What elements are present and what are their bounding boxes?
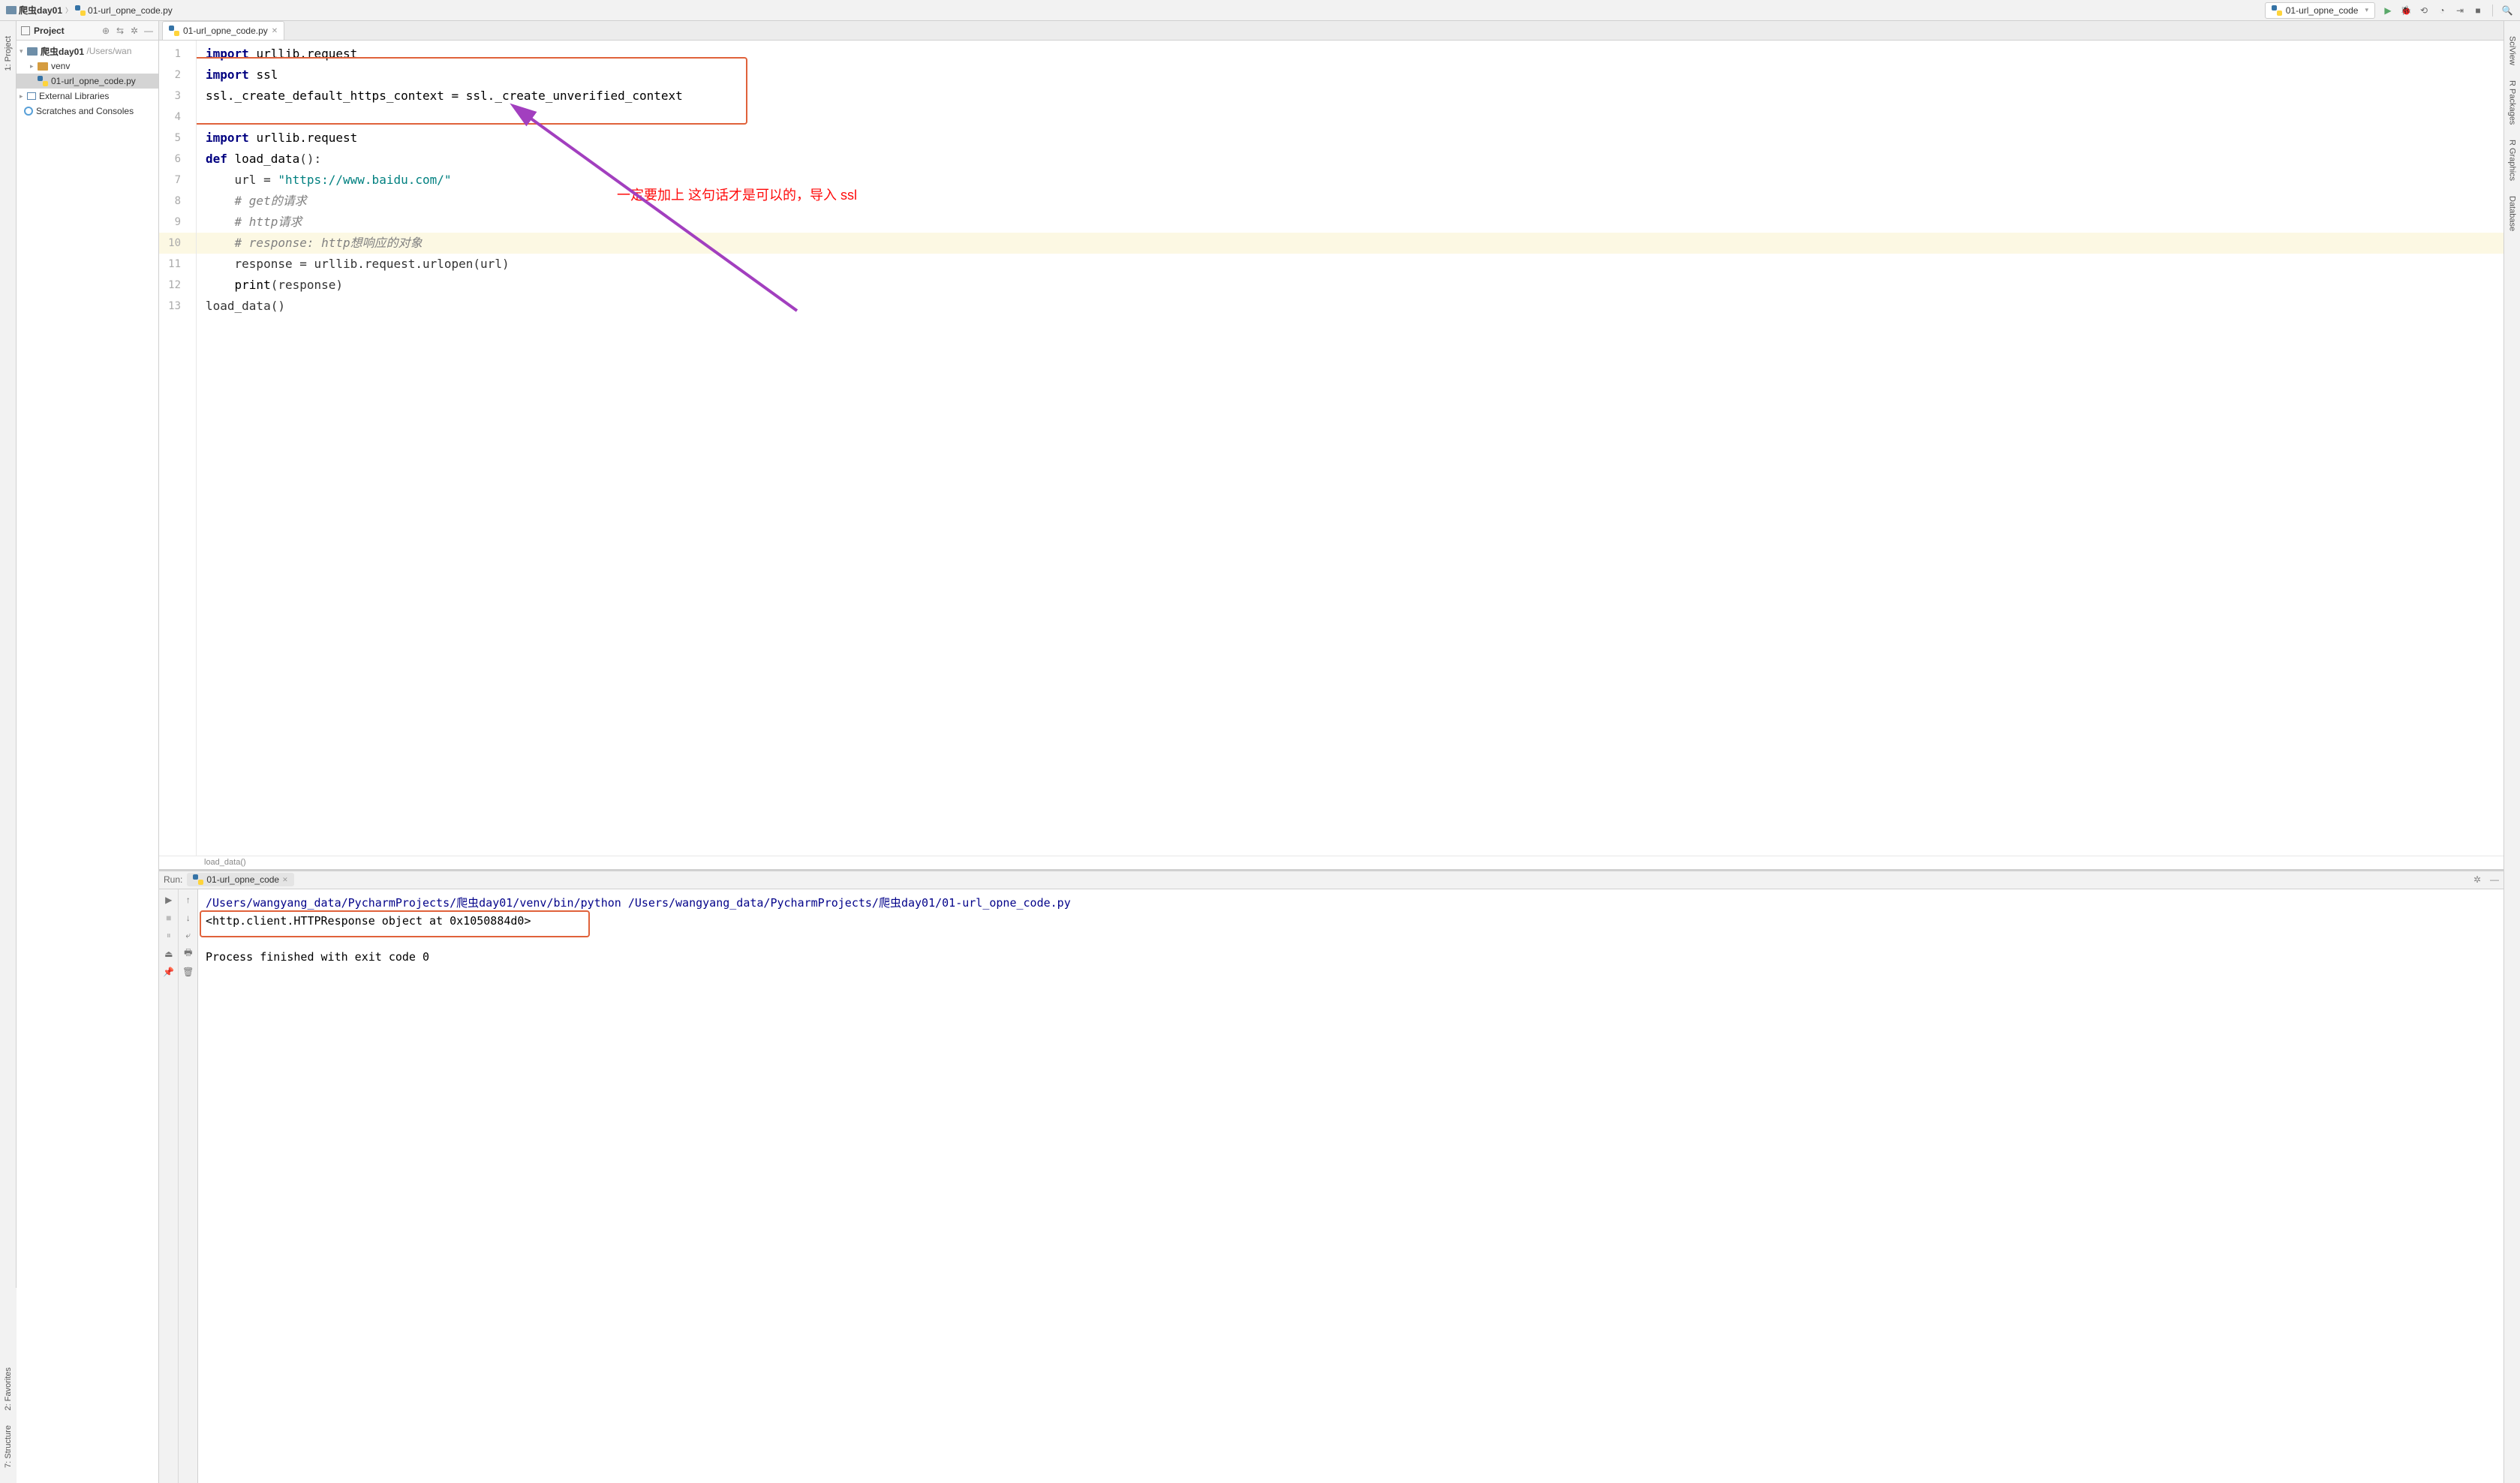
hide-icon[interactable]: — [143, 26, 154, 36]
run-tab[interactable]: 01-url_opne_code ✕ [187, 873, 293, 886]
pause-button[interactable]: ⏸ [163, 930, 175, 942]
search-button[interactable]: 🔍 [2500, 4, 2514, 17]
annotation-box-code [197, 57, 747, 125]
run-header: Run: 01-url_opne_code ✕ ✲ — [159, 871, 2503, 889]
run-configuration-dropdown[interactable]: 01-url_opne_code ▾ [2265, 2, 2375, 19]
run-body: ▶ ■ ⏸ ⏏ 📌 ↑ ↓ ⤶ 🖶 🗑 /Users/w [159, 889, 2503, 1483]
hide-icon[interactable]: — [2490, 874, 2499, 885]
stop-button[interactable]: ■ [2471, 4, 2485, 17]
run-coverage-button[interactable]: ⟲ [2417, 4, 2431, 17]
up-button[interactable]: ↑ [182, 894, 194, 906]
close-icon[interactable]: ✕ [272, 27, 278, 35]
run-label: Run: [164, 874, 182, 885]
python-file-icon [169, 26, 179, 36]
sciview-tab[interactable]: SciView [2508, 36, 2517, 65]
tree-row-venv[interactable]: ▸ venv [17, 59, 158, 74]
project-panel-header: Project ⊕ ⇆ ✲ — [17, 21, 158, 41]
select-opened-file-icon[interactable]: ⊕ [101, 26, 111, 36]
left-tool-strip: 1: Project [0, 21, 17, 1483]
editor-tab-bar: 01-url_opne_code.py ✕ [159, 21, 2503, 41]
breadcrumb-file[interactable]: 01-url_opne_code.py [75, 5, 173, 16]
r-graphics-tab[interactable]: R Graphics [2508, 140, 2517, 181]
project-panel-title: Project [34, 26, 97, 36]
folder-icon [6, 6, 17, 14]
editor-tab[interactable]: 01-url_opne_code.py ✕ [162, 21, 284, 40]
run-button[interactable]: ▶ [2381, 4, 2395, 17]
r-packages-tab[interactable]: R Packages [2508, 80, 2517, 125]
python-file-icon [2272, 5, 2282, 16]
wrap-button[interactable]: ⤶ [182, 930, 194, 942]
attach-button[interactable]: ⇥ [2453, 4, 2467, 17]
folder-icon [27, 47, 38, 56]
toolbar-actions: ▶ 🐞 ⟲ ◔ ⇥ ■ 🔍 [2381, 4, 2514, 17]
exit-button[interactable]: ⏏ [163, 948, 175, 960]
right-tool-strip: SciView R Packages R Graphics Database [2503, 21, 2520, 1483]
editor-split: 1234 5678 910111213 import urllib.reques… [159, 41, 2503, 856]
chevron-right-icon: 〉 [65, 5, 72, 15]
gear-icon[interactable]: ✲ [2473, 874, 2481, 885]
close-icon[interactable]: ✕ [282, 876, 288, 884]
main-area: 1: Project Project ⊕ ⇆ ✲ — ▾ 爬虫day01 /Us… [0, 21, 2520, 1483]
tree-row-scratches[interactable]: Scratches and Consoles [17, 104, 158, 119]
breadcrumb-project[interactable]: 爬虫day01 [6, 4, 62, 17]
rerun-button[interactable]: ▶ [163, 894, 175, 906]
favorites-tab[interactable]: 2: Favorites [4, 1367, 13, 1410]
print-button[interactable]: 🖶 [182, 948, 194, 960]
tree-row-current-file[interactable]: 01-url_opne_code.py [17, 74, 158, 89]
debug-button[interactable]: 🐞 [2399, 4, 2413, 17]
project-panel: Project ⊕ ⇆ ✲ — ▾ 爬虫day01 /Users/wan ▸ v… [17, 21, 159, 1483]
folder-icon [38, 62, 48, 71]
python-file-icon [193, 874, 203, 885]
bottom-left-tool-strip: 2: Favorites 7: Structure [0, 1288, 17, 1483]
scratches-icon [24, 107, 33, 116]
breadcrumb: 爬虫day01 〉 01-url_opne_code.py [6, 4, 2265, 17]
project-tree[interactable]: ▾ 爬虫day01 /Users/wan ▸ venv 01-url_opne_… [17, 41, 158, 1483]
python-file-icon [75, 5, 86, 16]
console-command: /Users/wangyang_data/PycharmProjects/爬虫d… [206, 894, 2496, 912]
project-view-icon[interactable] [21, 26, 30, 35]
run-sidebar: ▶ ■ ⏸ ⏏ 📌 ↑ ↓ ⤶ 🖶 🗑 [159, 889, 198, 1483]
tree-row-root[interactable]: ▾ 爬虫day01 /Users/wan [17, 44, 158, 59]
top-toolbar: 爬虫day01 〉 01-url_opne_code.py 01-url_opn… [0, 0, 2520, 21]
trash-button[interactable]: 🗑 [182, 966, 194, 978]
database-tab[interactable]: Database [2508, 196, 2517, 231]
annotation-text: 一定要加上 这句话才是可以的，导入 ssl [617, 185, 857, 204]
console-exit: Process finished with exit code 0 [206, 948, 2496, 966]
run-tool-window: Run: 01-url_opne_code ✕ ✲ — ▶ ■ ⏸ ⏏ [159, 869, 2503, 1483]
project-tool-tab[interactable]: 1: Project [4, 36, 13, 71]
console-output[interactable]: /Users/wangyang_data/PycharmProjects/爬虫d… [198, 889, 2503, 1483]
structure-tab[interactable]: 7: Structure [4, 1425, 13, 1468]
line-gutter[interactable]: 1234 5678 910111213 [159, 41, 197, 856]
python-file-icon [38, 76, 48, 86]
editor-context-breadcrumb[interactable]: load_data() [159, 856, 2503, 869]
down-button[interactable]: ↓ [182, 912, 194, 924]
gear-icon[interactable]: ✲ [129, 26, 140, 36]
tree-row-ext-libs[interactable]: ▸ External Libraries [17, 89, 158, 104]
expand-all-icon[interactable]: ⇆ [115, 26, 125, 36]
pin-button[interactable]: 📌 [163, 966, 175, 978]
editor-area: 01-url_opne_code.py ✕ 1234 5678 91011121… [159, 21, 2503, 1483]
stop-button[interactable]: ■ [163, 912, 175, 924]
chevron-down-icon: ▾ [2365, 6, 2368, 14]
code-editor[interactable]: import urllib.request import ssl ssl._cr… [197, 41, 2503, 856]
libraries-icon [27, 92, 36, 100]
profile-button[interactable]: ◔ [2435, 4, 2449, 17]
annotation-box-output [200, 910, 590, 937]
